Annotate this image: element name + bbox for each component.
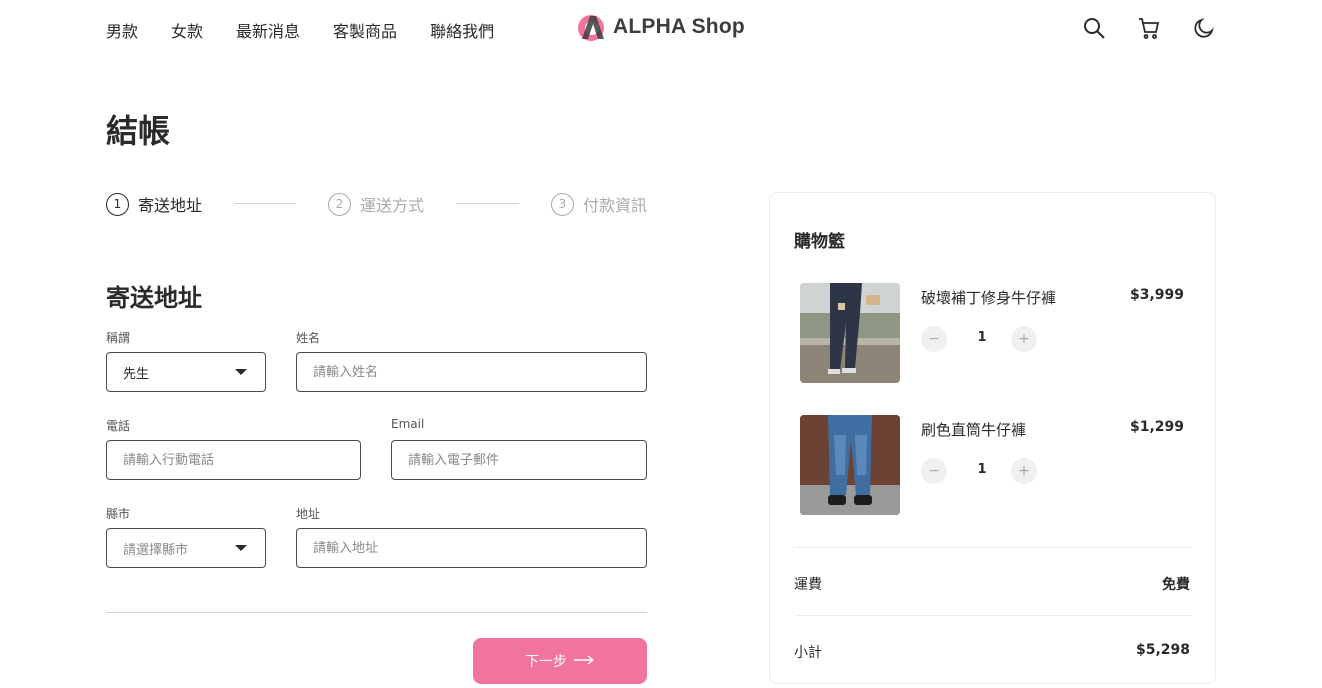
step-number: 2: [328, 192, 351, 216]
nav-item-men[interactable]: 男款: [106, 18, 138, 42]
product-image: [800, 415, 900, 515]
email-label: Email: [391, 417, 425, 431]
form-divider: [106, 612, 647, 613]
minus-button[interactable]: −: [921, 458, 947, 484]
caret-down-icon: [235, 369, 247, 375]
salutation-select[interactable]: 先生: [106, 352, 266, 392]
step-number: 3: [551, 192, 574, 216]
cart-divider: [794, 615, 1192, 616]
nav-item-women[interactable]: 女款: [171, 18, 203, 42]
city-label: 縣市: [106, 507, 131, 521]
logo-icon: [576, 12, 606, 42]
cart-panel: 購物籃 破壞補丁修身牛仔褲 $3,999 − 1 + 刷色直筒牛仔褲 $1,29…: [769, 192, 1216, 684]
section-title: 寄送地址: [106, 284, 202, 312]
step-label: 運送方式: [360, 196, 425, 215]
shipping-value: 免費: [1162, 577, 1190, 593]
next-step-label: 下一步: [525, 654, 567, 670]
arrow-right-icon: [573, 653, 595, 669]
name-input[interactable]: [296, 352, 647, 392]
step-label: 寄送地址: [138, 196, 203, 215]
cart-item: 刷色直筒牛仔褲 $1,299 − 1 +: [800, 415, 1190, 515]
phone-label: 電話: [106, 419, 131, 433]
search-icon[interactable]: [1082, 16, 1106, 40]
city-value: 請選擇縣市: [123, 542, 189, 558]
address-label: 地址: [296, 507, 321, 521]
cart-item: 破壞補丁修身牛仔褲 $3,999 − 1 +: [800, 283, 1190, 383]
step-connector: [234, 203, 296, 204]
step-label: 付款資訊: [583, 196, 648, 215]
product-image: [800, 283, 900, 383]
product-quantity: 1: [977, 330, 987, 345]
product-name: 刷色直筒牛仔褲: [921, 421, 1027, 439]
plus-button[interactable]: +: [1011, 326, 1037, 352]
product-price: $3,999: [1129, 287, 1184, 303]
product-name: 破壞補丁修身牛仔褲: [921, 289, 1057, 307]
checkout-stepper: 1 寄送地址 2 運送方式 3 付款資訊: [106, 192, 647, 216]
address-input[interactable]: [296, 528, 647, 568]
plus-icon: +: [1018, 331, 1030, 347]
next-step-button[interactable]: 下一步: [473, 638, 647, 684]
salutation-label: 稱謂: [106, 331, 131, 345]
name-label: 姓名: [296, 331, 321, 345]
minus-icon: −: [928, 463, 940, 479]
brand-logo[interactable]: ALPHA Shop: [576, 12, 745, 42]
nav-item-news[interactable]: 最新消息: [236, 18, 300, 42]
city-select[interactable]: 請選擇縣市: [106, 528, 266, 568]
step-payment: 3 付款資訊: [551, 192, 647, 216]
page-title: 結帳: [106, 112, 171, 150]
shipping-label: 運費: [794, 577, 822, 593]
step-address: 1 寄送地址: [106, 192, 202, 216]
email-input[interactable]: [391, 440, 647, 480]
minus-button[interactable]: −: [921, 326, 947, 352]
step-connector: [456, 203, 519, 204]
cart-title: 購物籃: [794, 232, 845, 252]
subtotal-label: 小計: [794, 645, 822, 661]
step-shipping: 2 運送方式: [328, 192, 424, 216]
cart-divider: [794, 547, 1192, 548]
product-price: $1,299: [1129, 419, 1184, 435]
step-number: 1: [106, 192, 129, 216]
phone-input[interactable]: [106, 440, 361, 480]
nav-item-contact[interactable]: 聯絡我們: [430, 18, 494, 42]
plus-icon: +: [1018, 463, 1030, 479]
product-quantity: 1: [977, 462, 987, 477]
nav-item-custom[interactable]: 客製商品: [333, 18, 397, 42]
plus-button[interactable]: +: [1011, 458, 1037, 484]
cart-icon[interactable]: [1137, 16, 1161, 40]
moon-icon[interactable]: [1192, 16, 1216, 40]
minus-icon: −: [928, 331, 940, 347]
caret-down-icon: [235, 545, 247, 551]
main-nav: 男款 女款 最新消息 客製商品 聯絡我們: [106, 18, 494, 42]
subtotal-value: $5,298: [1135, 642, 1190, 658]
brand-name: ALPHA Shop: [613, 15, 745, 38]
salutation-value: 先生: [123, 366, 150, 382]
